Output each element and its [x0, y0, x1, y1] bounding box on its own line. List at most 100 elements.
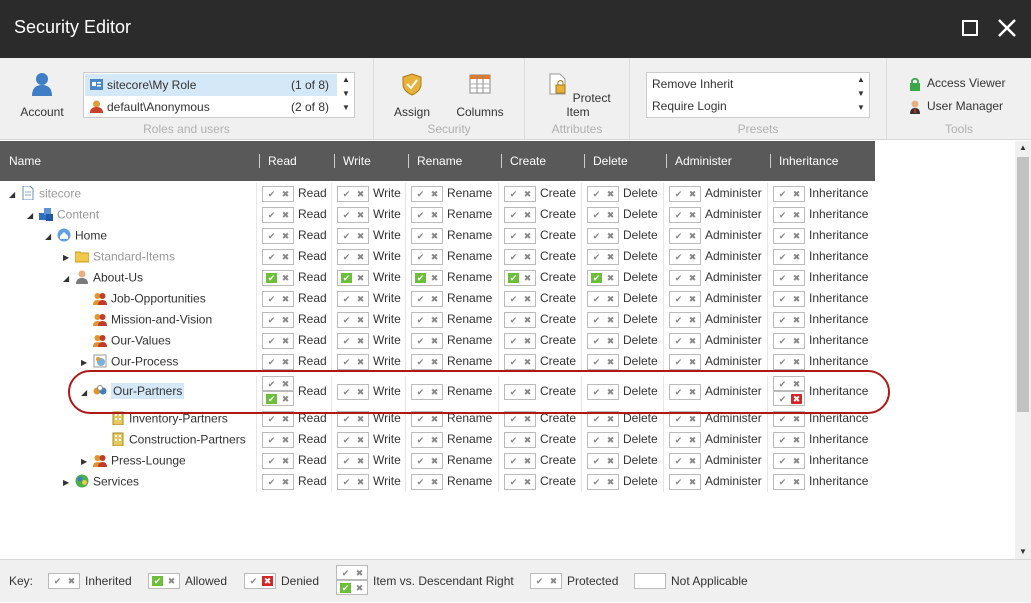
allow-toggle[interactable]: ✔ — [266, 315, 277, 325]
permission-checkbox[interactable]: ✔ ✖ — [773, 333, 805, 349]
allow-toggle[interactable]: ✔ — [508, 252, 519, 262]
permission-checkbox[interactable]: ✔ ✖ — [669, 249, 701, 265]
allow-toggle[interactable]: ✔ — [266, 414, 277, 424]
permission-checkbox[interactable]: ✔ ✖ — [262, 453, 294, 469]
allow-toggle[interactable]: ✔ — [341, 414, 352, 424]
expanded-arrow-icon[interactable]: ◢ — [45, 226, 57, 247]
allow-toggle[interactable]: ✔ — [508, 357, 519, 367]
deny-toggle[interactable]: ✖ — [791, 315, 802, 325]
allow-toggle[interactable]: ✔ — [341, 252, 352, 262]
table-row[interactable]: ▶ Our-Process ✔ ✖ Read ✔ ✖ Write ✔ ✖ Rename ✔ ✖ Creat… — [0, 351, 875, 372]
deny-toggle[interactable]: ✖ — [605, 456, 616, 466]
allow-toggle[interactable]: ✔ — [673, 357, 684, 367]
permission-checkbox[interactable]: ✔ ✖ — [504, 249, 536, 265]
permission-checkbox[interactable]: ✔ ✖ — [262, 249, 294, 265]
deny-toggle[interactable]: ✖ — [355, 456, 366, 466]
permission-checkbox[interactable]: ✔ ✖ — [504, 453, 536, 469]
deny-toggle[interactable]: ✖ — [791, 189, 802, 199]
collapsed-arrow-icon[interactable]: ▶ — [63, 472, 75, 493]
deny-toggle[interactable]: ✖ — [280, 210, 291, 220]
permission-checkbox[interactable]: ✔ ✖ — [262, 291, 294, 307]
allow-toggle[interactable]: ✔ — [673, 189, 684, 199]
permission-checkbox[interactable]: ✔ ✖ — [337, 291, 369, 307]
deny-toggle[interactable]: ✖ — [280, 336, 291, 346]
deny-toggle[interactable]: ✖ — [522, 252, 533, 262]
permission-checkbox[interactable]: ✔ ✖ — [669, 186, 701, 202]
deny-toggle[interactable]: ✖ — [522, 435, 533, 445]
allow-toggle[interactable]: ✔ — [508, 273, 519, 283]
permission-checkbox[interactable]: ✔ ✖ — [262, 228, 294, 244]
allow-toggle[interactable]: ✔ — [673, 435, 684, 445]
allow-toggle[interactable]: ✔ — [591, 231, 602, 241]
deny-toggle[interactable]: ✖ — [605, 273, 616, 283]
deny-toggle[interactable]: ✖ — [429, 435, 440, 445]
deny-toggle[interactable]: ✖ — [687, 456, 698, 466]
allow-toggle[interactable]: ✔ — [673, 294, 684, 304]
allow-toggle[interactable]: ✔ — [777, 456, 788, 466]
allow-toggle[interactable]: ✔ — [777, 435, 788, 445]
permission-checkbox[interactable]: ✔ ✖ — [587, 270, 619, 286]
table-row[interactable]: ◢ Home ✔ ✖ Read ✔ ✖ Write ✔ ✖ Rename ✔ ✖ Create ✔ ✖ Dele… — [0, 225, 875, 246]
scroll-up-icon[interactable]: ▲ — [853, 73, 869, 87]
table-row[interactable]: Construction-Partners ✔ ✖ Read ✔ ✖ Write ✔ ✖ Rena… — [0, 429, 875, 450]
permission-checkbox[interactable]: ✔ ✖ — [669, 270, 701, 286]
permission-checkbox[interactable]: ✔ ✖ — [773, 312, 805, 328]
permission-checkbox[interactable]: ✔ ✖ — [262, 312, 294, 328]
deny-toggle[interactable]: ✖ — [605, 435, 616, 445]
permission-checkbox[interactable]: ✔ ✖ — [587, 249, 619, 265]
tree-node[interactable]: ◢ Home — [45, 225, 107, 246]
permission-checkbox[interactable]: ✔ ✖ — [504, 270, 536, 286]
allow-toggle[interactable]: ✔ — [266, 252, 277, 262]
scroll-middle-icon[interactable]: ▼ — [338, 87, 354, 101]
allow-toggle[interactable]: ✔ — [591, 357, 602, 367]
deny-toggle[interactable]: ✖ — [355, 252, 366, 262]
allow-toggle[interactable]: ✔ — [591, 273, 602, 283]
deny-toggle[interactable]: ✖ — [791, 477, 802, 487]
deny-toggle[interactable]: ✖ — [522, 477, 533, 487]
permission-checkbox[interactable]: ✔ ✖ — [504, 207, 536, 223]
allow-toggle[interactable]: ✔ — [341, 357, 352, 367]
allow-toggle[interactable]: ✔ — [508, 210, 519, 220]
permission-checkbox[interactable]: ✔ ✖ — [337, 432, 369, 448]
allow-toggle[interactable]: ✔ — [266, 357, 277, 367]
allow-toggle[interactable]: ✔ — [673, 231, 684, 241]
permission-checkbox[interactable]: ✔ ✖ — [669, 333, 701, 349]
permission-checkbox[interactable]: ✔ ✖ — [411, 354, 443, 370]
allow-toggle[interactable]: ✔ — [591, 252, 602, 262]
collapsed-arrow-icon[interactable]: ▶ — [81, 451, 93, 472]
deny-toggle[interactable]: ✖ — [522, 189, 533, 199]
item-name[interactable]: Construction-Partners — [129, 432, 246, 446]
allow-toggle[interactable]: ✔ — [266, 189, 277, 199]
permission-checkbox[interactable]: ✔ ✖ — [587, 312, 619, 328]
deny-toggle[interactable]: ✖ — [429, 252, 440, 262]
deny-toggle[interactable]: ✖ — [522, 456, 533, 466]
allow-toggle[interactable]: ✔ — [341, 456, 352, 466]
header-create[interactable]: Create — [510, 154, 546, 168]
allow-toggle[interactable]: ✔ — [591, 477, 602, 487]
item-name[interactable]: Standard-Items — [93, 249, 175, 263]
permission-checkbox[interactable]: ✔ ✖ — [773, 474, 805, 490]
permission-checkbox[interactable]: ✔ ✖ — [587, 207, 619, 223]
allow-toggle[interactable]: ✔ — [591, 189, 602, 199]
deny-toggle[interactable]: ✖ — [522, 273, 533, 283]
permission-checkbox[interactable]: ✔ ✖ — [337, 453, 369, 469]
allow-toggle[interactable]: ✔ — [266, 477, 277, 487]
deny-toggle[interactable]: ✖ — [791, 231, 802, 241]
allow-toggle[interactable]: ✔ — [266, 435, 277, 445]
deny-toggle[interactable]: ✖ — [791, 273, 802, 283]
table-row[interactable]: ▶ Press-Lounge ✔ ✖ Read ✔ ✖ Write ✔ ✖ Rename ✔ ✖ Crea… — [0, 450, 875, 471]
scroll-up-icon[interactable]: ▲ — [1015, 141, 1031, 155]
permission-checkbox[interactable]: ✔ ✖ — [411, 270, 443, 286]
item-name[interactable]: Services — [93, 474, 139, 488]
deny-toggle[interactable]: ✖ — [280, 273, 291, 283]
deny-toggle[interactable]: ✖ — [429, 414, 440, 424]
header-rename[interactable]: Rename — [417, 154, 462, 168]
allow-toggle[interactable]: ✔ — [777, 210, 788, 220]
allow-toggle[interactable]: ✔ — [508, 414, 519, 424]
deny-toggle[interactable]: ✖ — [355, 315, 366, 325]
deny-toggle[interactable]: ✖ — [355, 231, 366, 241]
deny-toggle[interactable]: ✖ — [791, 456, 802, 466]
deny-toggle[interactable]: ✖ — [687, 477, 698, 487]
scroll-down-icon[interactable]: ▼ — [1015, 545, 1031, 559]
permission-checkbox[interactable]: ✔ ✖ — [411, 249, 443, 265]
